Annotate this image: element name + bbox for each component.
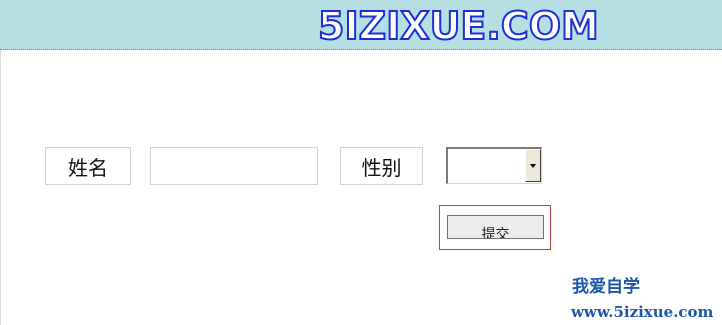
submit-button-frame: 提交 [439,205,551,250]
name-label: 姓名 [45,147,131,185]
header-banner: 5IZIXUE.COM [0,0,722,50]
footer-brand-url[interactable]: www.5izixue.com [571,303,713,321]
submit-button[interactable]: 提交 [447,215,544,239]
site-logo: 5IZIXUE.COM [317,3,600,49]
gender-select[interactable] [446,147,542,184]
submit-button-label: 提交 [481,227,510,239]
gender-label: 性别 [340,147,423,185]
page-left-border [0,50,1,325]
name-input[interactable] [150,147,318,185]
chevron-down-icon[interactable] [525,149,541,182]
footer-brand-name: 我爱自学 [572,277,640,297]
